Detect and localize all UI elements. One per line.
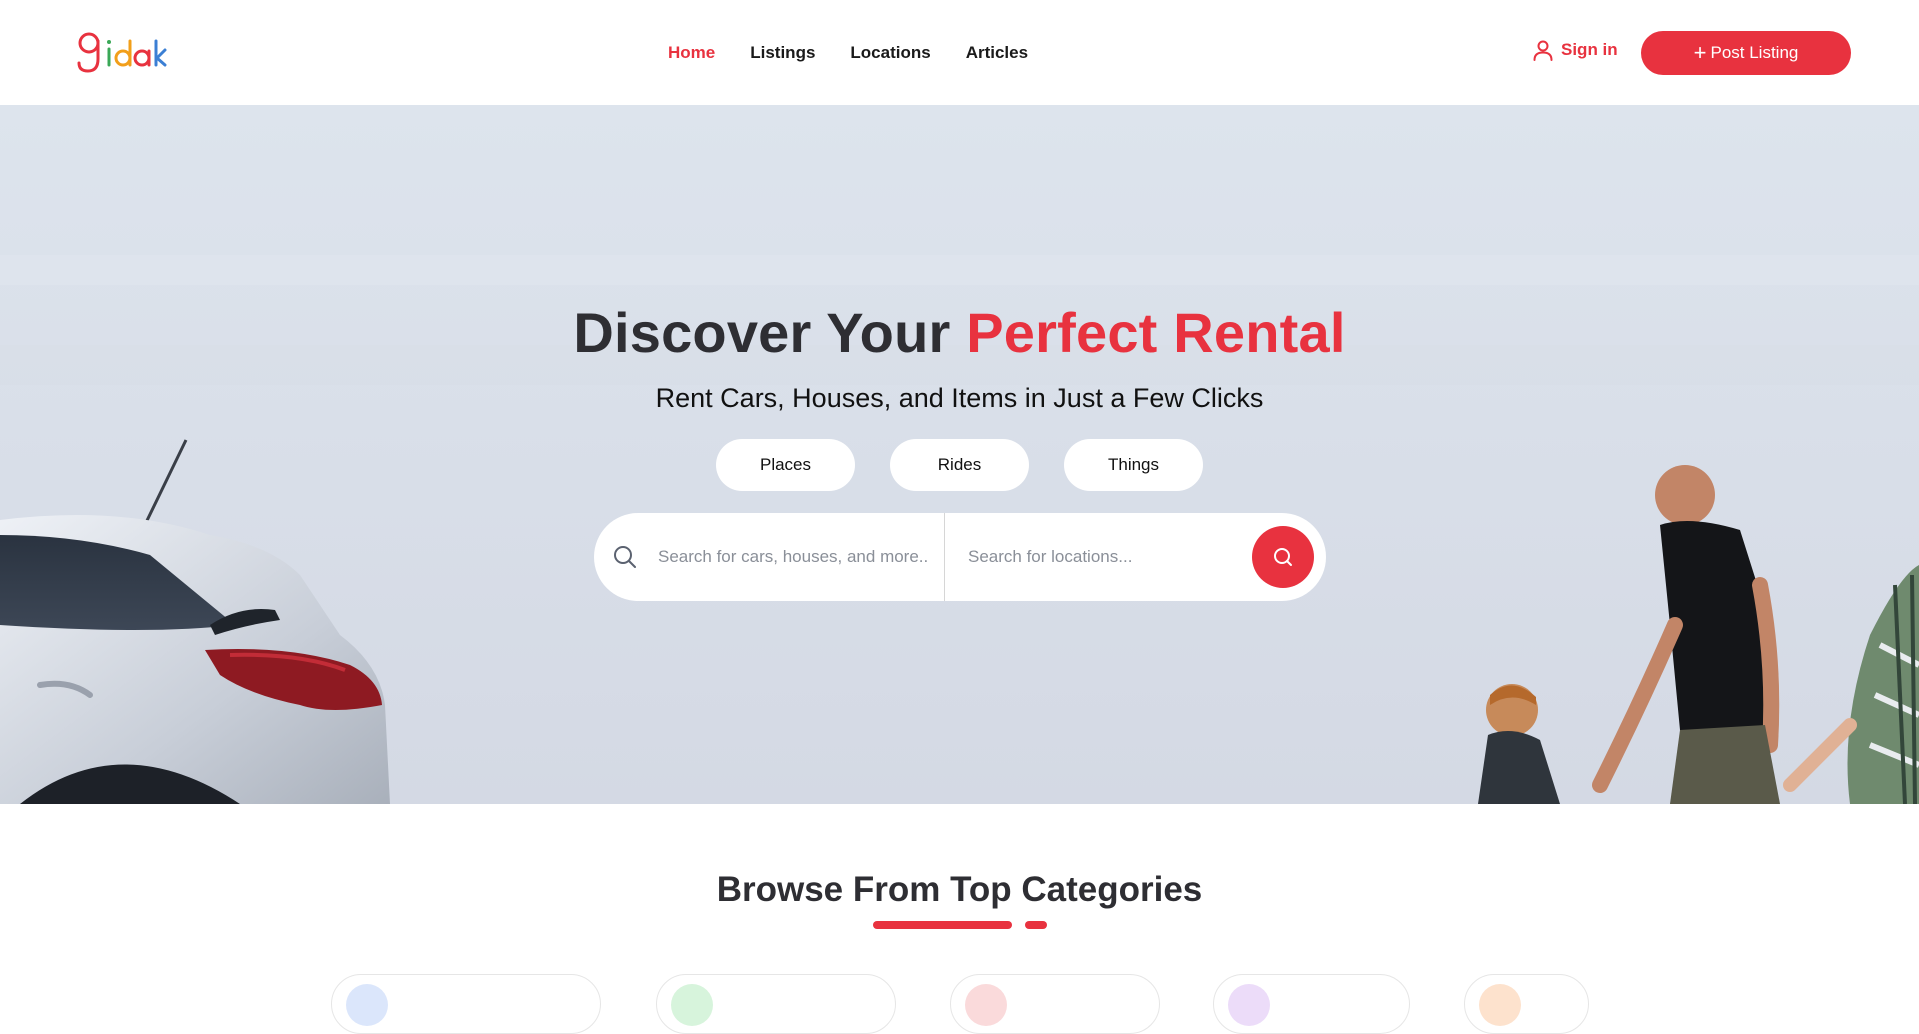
tab-things[interactable]: Things bbox=[1064, 439, 1203, 491]
category-tabs: Places Rides Things bbox=[716, 439, 1238, 491]
hero-subtitle: Rent Cars, Houses, and Items in Just a F… bbox=[655, 383, 1264, 413]
hero-title: Discover Your Perfect Rental bbox=[0, 300, 1919, 365]
sign-in-label: Sign in bbox=[1561, 40, 1618, 59]
logo[interactable] bbox=[76, 28, 168, 78]
category-icon bbox=[965, 984, 1007, 1026]
car-illustration bbox=[0, 439, 390, 804]
main-nav: Home Listings Locations Articles bbox=[668, 0, 1063, 105]
site-header: Home Listings Locations Articles Sign in… bbox=[0, 0, 1919, 105]
user-icon bbox=[1533, 40, 1553, 61]
hero-title-prefix: Discover Your bbox=[573, 301, 951, 364]
sign-in-link[interactable]: Sign in bbox=[1531, 38, 1618, 62]
search-icon bbox=[612, 544, 638, 575]
nav-home[interactable]: Home bbox=[668, 43, 715, 63]
location-input[interactable] bbox=[968, 538, 1218, 576]
search-divider bbox=[944, 513, 945, 601]
search-icon bbox=[1274, 548, 1292, 566]
hero-title-accent: Perfect Rental bbox=[966, 301, 1346, 364]
post-listing-label: Post Listing bbox=[1710, 43, 1799, 62]
family-illustration bbox=[1478, 465, 1919, 804]
nav-articles[interactable]: Articles bbox=[966, 43, 1028, 63]
title-underline-dot bbox=[1025, 921, 1047, 929]
category-card[interactable] bbox=[331, 974, 601, 1034]
nav-locations[interactable]: Locations bbox=[850, 43, 930, 63]
category-card[interactable] bbox=[1464, 974, 1589, 1034]
post-listing-button[interactable]: + Post Listing bbox=[1641, 31, 1851, 75]
search-bar bbox=[594, 513, 1326, 601]
category-card[interactable] bbox=[950, 974, 1160, 1034]
category-card[interactable] bbox=[656, 974, 896, 1034]
category-card[interactable] bbox=[1213, 974, 1410, 1034]
category-icon bbox=[671, 984, 713, 1026]
search-submit-button[interactable] bbox=[1252, 526, 1314, 588]
category-icon bbox=[1479, 984, 1521, 1026]
tab-rides[interactable]: Rides bbox=[890, 439, 1029, 491]
plus-icon: + bbox=[1693, 40, 1707, 65]
category-icon bbox=[1228, 984, 1270, 1026]
title-underline bbox=[873, 921, 1012, 929]
logo-mark bbox=[77, 32, 167, 73]
hero-section: Discover Your Perfect Rental Rent Cars, … bbox=[0, 105, 1919, 804]
category-icon bbox=[346, 984, 388, 1026]
search-input[interactable] bbox=[658, 538, 928, 576]
nav-listings[interactable]: Listings bbox=[750, 43, 815, 63]
categories-title: Browse From Top Categories bbox=[716, 870, 1203, 909]
tab-places[interactable]: Places bbox=[716, 439, 855, 491]
